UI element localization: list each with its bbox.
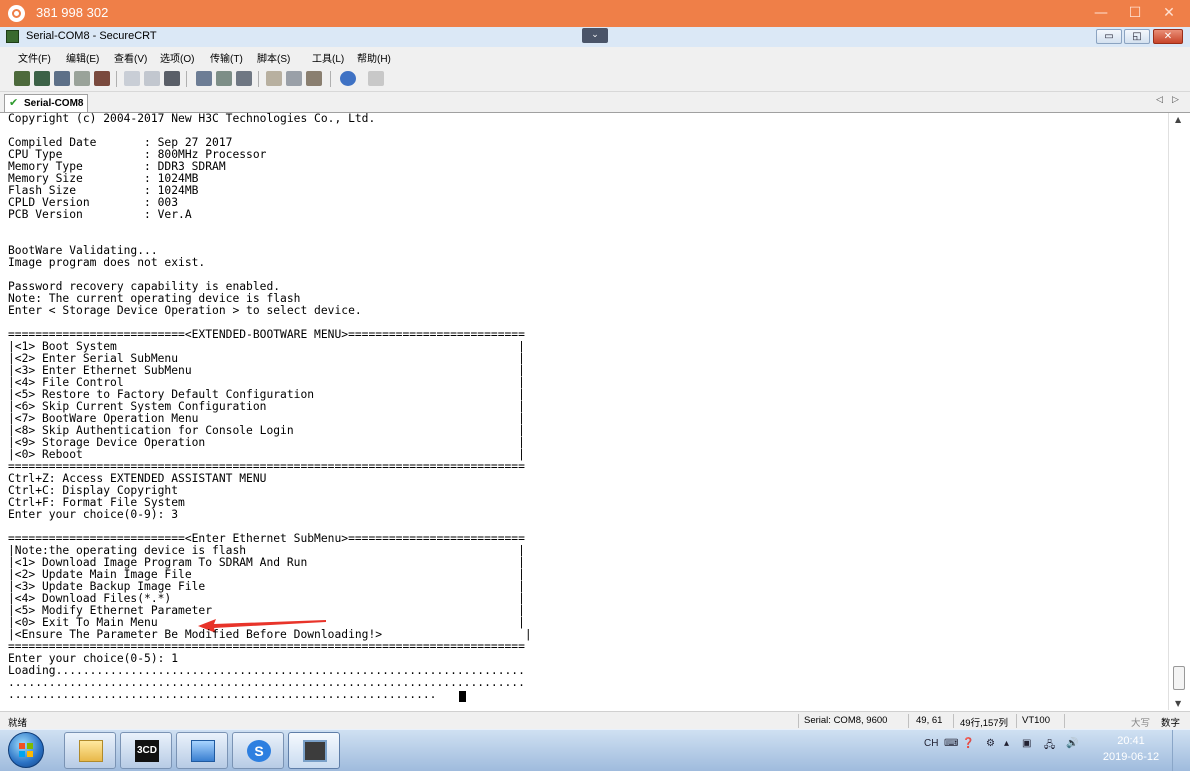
terminal-scrollbar[interactable]: ▲ ▼ [1168,113,1190,710]
window-dropdown-button[interactable]: ⌄ [582,28,608,43]
menu-help[interactable]: 帮助(H) [357,50,391,65]
taskbar-clock[interactable]: 20:41 2019-06-12 [1096,733,1166,765]
terminal-cursor [459,691,466,702]
paste-icon[interactable] [144,71,160,86]
tab-label: Serial-COM8 [24,98,84,109]
tab-serial-com8[interactable]: ✔ Serial-COM8 [4,94,88,112]
status-separator [1064,714,1065,728]
keymap-icon[interactable] [306,71,322,86]
status-ready: 就绪 [8,718,28,729]
toolbar-separator [116,71,117,87]
connect-icon[interactable] [14,71,30,86]
menu-file[interactable]: 文件(F) [18,50,51,65]
remote-session-bar: 381 998 302 — ☐ ✕ [0,0,1190,27]
copy-icon[interactable] [124,71,140,86]
help-icon[interactable] [340,71,356,86]
tray-network-icon[interactable]: 🖧 [1044,738,1055,755]
network-app-icon [191,740,215,762]
connect-in-tab-icon[interactable] [54,71,70,86]
taskbar-securecrt[interactable] [288,732,340,769]
window-title: Serial-COM8 - SecureCRT [26,30,157,42]
securecrt-app-icon [6,30,19,43]
connected-check-icon: ✔ [9,96,19,109]
taskbar-3cd[interactable]: 3CD [120,732,172,769]
remote-maximize-button[interactable]: ☐ [1124,4,1146,22]
folder-icon [79,740,103,762]
clock-date: 2019-06-12 [1102,751,1160,763]
print-selection-icon[interactable] [216,71,232,86]
terminal-line: Enter < Storage Device Operation > to se… [8,304,362,317]
terminal-line: Enter your choice(0-9): 3 [8,508,179,521]
tray-help-icon[interactable]: ❓ [962,738,974,749]
tray-volume-icon[interactable]: 🔊 [1066,738,1078,749]
sftp-icon[interactable] [368,71,384,86]
status-separator [1016,714,1017,728]
terminal-line: PCB Version : Ver.A [8,208,192,221]
sogou-app-icon: S [247,740,271,762]
tray-settings-icon[interactable]: ⚙ [986,738,995,749]
terminal-line: ........................................… [8,688,437,701]
tray-language[interactable]: CH [924,738,938,749]
tray-device-icon[interactable]: ▣ [1022,738,1031,749]
taskbar-sogou[interactable]: S [232,732,284,769]
tab-scroll-left-icon[interactable]: ◁ [1156,95,1163,105]
terminal-line: Copyright (c) 2004-2017 New H3C Technolo… [8,113,376,125]
print-icon[interactable] [196,71,212,86]
status-terminal-type: VT100 [1022,715,1050,726]
terminal-output[interactable]: Copyright (c) 2004-2017 New H3C Technolo… [0,113,1168,710]
status-caps-lock: 大写 [1131,718,1151,729]
scroll-up-arrow-icon[interactable]: ▲ [1175,115,1181,124]
start-button[interactable] [8,732,44,768]
menu-edit[interactable]: 编辑(E) [66,50,99,65]
scrollbar-thumb[interactable] [1173,666,1185,690]
terminal-line: Image program does not exist. [8,256,206,269]
window-close-button[interactable]: ✕ [1153,29,1183,44]
window-minimize-button[interactable]: ▭ [1096,29,1122,44]
toolbar [0,67,1190,92]
session-options-icon[interactable] [266,71,282,86]
disconnect-icon[interactable] [94,71,110,86]
status-separator [798,714,799,728]
find-icon[interactable] [164,71,180,86]
remote-close-button[interactable]: ✕ [1158,4,1180,22]
windows-logo-icon [19,743,33,757]
session-tab-bar: ✔ Serial-COM8 ◁ ▷ [0,92,1190,113]
status-num-lock: 数字 [1161,718,1181,729]
taskbar-file-explorer[interactable] [64,732,116,769]
menu-options[interactable]: 选项(O) [160,50,194,65]
window-maximize-button[interactable]: ◱ [1124,29,1150,44]
window-title-bar: Serial-COM8 - SecureCRT ⌄ ▭ ◱ ✕ [0,27,1190,48]
toolbar-separator [258,71,259,87]
status-terminal-size: 49行,157列 [960,718,1009,729]
tray-expand-icon[interactable]: ▴ [1004,738,1009,749]
status-serial-port: Serial: COM8, 9600 [804,715,888,726]
global-options-icon[interactable] [286,71,302,86]
menu-script[interactable]: 脚本(S) [257,50,290,65]
show-desktop-button[interactable] [1172,730,1190,771]
windows-taskbar: 3CD S CH ⌨ ❓ ⚙ ▴ ▣ 🖧 🔊 20:41 2019-06-12 [0,729,1190,771]
status-separator [908,714,909,728]
menu-view[interactable]: 查看(V) [114,50,147,65]
securecrt-taskbar-icon [303,740,327,762]
remote-minimize-button[interactable]: — [1090,4,1112,22]
menu-tools[interactable]: 工具(L) [312,50,344,65]
menu-bar: 文件(F) 编辑(E) 查看(V) 选项(O) 传输(T) 脚本(S) 工具(L… [0,47,1190,67]
status-separator [953,714,954,728]
toolbar-separator [330,71,331,87]
print-screen-icon[interactable] [236,71,252,86]
remote-session-id: 381 998 302 [36,5,109,20]
clock-time: 20:41 [1117,735,1145,747]
toolbar-separator [186,71,187,87]
3cd-app-icon: 3CD [135,740,159,762]
menu-transfer[interactable]: 传输(T) [210,50,243,65]
tray-keyboard-icon[interactable]: ⌨ [944,738,958,749]
remote-app-logo-icon [8,5,25,22]
status-cursor-position: 49, 61 [916,715,943,726]
taskbar-network-app[interactable] [176,732,228,769]
scroll-down-arrow-icon[interactable]: ▼ [1175,699,1181,708]
tab-scroll-right-icon[interactable]: ▷ [1172,95,1179,105]
status-bar: 就绪 Serial: COM8, 9600 49, 61 49行,157列 VT… [0,711,1190,730]
reconnect-icon[interactable] [74,71,90,86]
quick-connect-icon[interactable] [34,71,50,86]
